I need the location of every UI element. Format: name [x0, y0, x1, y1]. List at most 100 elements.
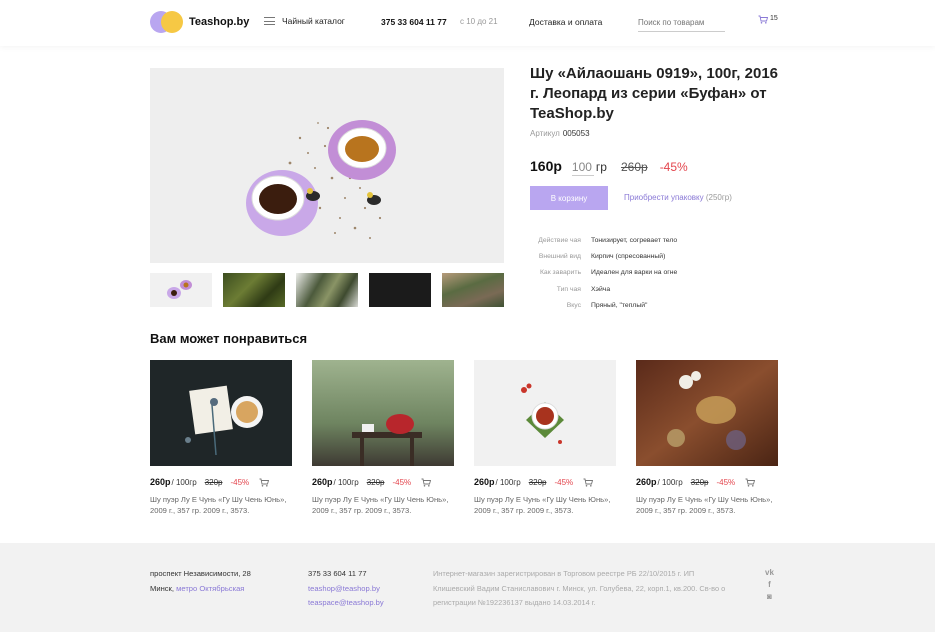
attribute-value: Хэйча [591, 285, 611, 293]
card-discount: -45% [716, 477, 736, 487]
buy-pack-link[interactable]: Приобрести упаковку (250гр) [624, 193, 732, 202]
discount-badge: -45% [659, 160, 688, 174]
site-header: Teashop.by Чайный каталог 375 33 604 11 … [0, 0, 935, 46]
product-card-price-row: 260р / 100гр 320р -45% [636, 477, 778, 487]
vk-icon[interactable]: vk [765, 568, 774, 577]
catalog-menu-button[interactable]: Чайный каталог [264, 16, 345, 26]
metro-link[interactable]: метро Октябрьская [176, 584, 244, 593]
address-city: Минск, [150, 583, 174, 593]
attribute-value: Кирпич (спресованный) [591, 252, 666, 260]
sku-value: 005053 [562, 129, 590, 138]
product-card-image[interactable] [636, 360, 778, 466]
card-price: 260р [150, 477, 171, 487]
product-card-image[interactable] [474, 360, 616, 466]
thumbnail-strip [150, 273, 504, 307]
attribute-key: Внешний вид [538, 252, 581, 260]
card-unit: / 100гр [333, 477, 359, 487]
attribute-key: Действие чая [538, 236, 581, 244]
cart-icon[interactable] [583, 478, 594, 487]
product-card[interactable]: 260р / 100гр 320р -45% Шу пуэр Лу Е Чунь… [150, 360, 292, 516]
product-title: Шу «Айлаошань 0919», 100г, 2016 г. Леопа… [530, 65, 779, 122]
footer-phone[interactable]: 375 33 604 11 77 [308, 567, 384, 582]
card-old-price: 320р [366, 477, 385, 487]
product-card-price-row: 260р / 100гр 320р -45% [474, 477, 616, 487]
attribute-row: Вкус Пряный, "теплый" [530, 297, 677, 313]
site-footer: проспект Независимости, 28 Минск, метро … [0, 543, 935, 632]
footer-address: проспект Независимости, 28 Минск, метро … [150, 567, 251, 596]
cart-button[interactable]: 15 [758, 15, 778, 24]
sku-label: Артикул [530, 129, 560, 138]
card-old-price: 320р [528, 477, 547, 487]
instagram-icon[interactable]: ◙ [767, 592, 772, 601]
footer-contacts: 375 33 604 11 77 teashop@teashop.by teas… [308, 567, 384, 611]
card-product-name[interactable]: Шу пуэр Лу Е Чунь «Гу Шу Чень Юнь», 2009… [312, 494, 462, 516]
buy-pack-weight: (250гр) [705, 193, 732, 202]
current-price: 160р [530, 158, 562, 174]
attribute-row: Тип чая Хэйча [530, 281, 677, 297]
attribute-key: Тип чая [556, 285, 581, 293]
add-to-cart-button[interactable]: В корзину [530, 186, 608, 210]
card-unit: / 100гр [171, 477, 197, 487]
cart-icon[interactable] [259, 478, 270, 487]
card-price: 260р [474, 477, 495, 487]
logo[interactable]: Teashop.by [150, 11, 249, 33]
product-card-price-row: 260р / 100гр 320р -45% [312, 477, 454, 487]
attribute-row: Действие чая Тонизирует, согревает тело [530, 232, 677, 248]
cart-icon[interactable] [421, 478, 432, 487]
catalog-label: Чайный каталог [282, 16, 345, 26]
product-card-image[interactable] [150, 360, 292, 466]
cart-count: 15 [770, 15, 778, 22]
recommendations-title: Вам может понравиться [150, 331, 308, 346]
attribute-row: Как заварить Идеален для варки на огне [530, 265, 677, 281]
card-discount: -45% [392, 477, 412, 487]
logo-icon [150, 11, 184, 33]
header-phone[interactable]: 375 33 604 11 77 [381, 17, 447, 27]
price-row: 160р 100 гр 260р -45% [530, 158, 688, 176]
address-street: проспект Независимости, 28 [150, 569, 251, 578]
delivery-link[interactable]: Доставка и оплата [529, 17, 602, 27]
product-main-image[interactable] [150, 68, 504, 263]
facebook-icon[interactable]: f [768, 580, 771, 589]
attribute-row: Внешний вид Кирпич (спресованный) [530, 248, 677, 264]
card-discount: -45% [554, 477, 574, 487]
card-price: 260р [636, 477, 657, 487]
buy-pack-label: Приобрести упаковку [624, 193, 704, 202]
thumbnail-2[interactable] [223, 273, 285, 307]
card-product-name[interactable]: Шу пуэр Лу Е Чунь «Гу Шу Чень Юнь», 2009… [636, 494, 786, 516]
card-price: 260р [312, 477, 333, 487]
product-sku: Артикул 005053 [530, 129, 590, 138]
card-old-price: 320р [204, 477, 223, 487]
card-product-name[interactable]: Шу пуэр Лу Е Чунь «Гу Шу Чень Юнь», 2009… [150, 494, 300, 516]
card-unit: / 100гр [657, 477, 683, 487]
product-card[interactable]: 260р / 100гр 320р -45% Шу пуэр Лу Е Чунь… [312, 360, 454, 516]
card-unit: / 100гр [495, 477, 521, 487]
cart-icon [758, 15, 768, 24]
old-price: 260р [620, 160, 648, 174]
attribute-key: Вкус [566, 301, 581, 309]
thumbnail-3[interactable] [296, 273, 358, 307]
thumbnail-5[interactable] [442, 273, 504, 307]
product-card[interactable]: 260р / 100гр 320р -45% Шу пуэр Лу Е Чунь… [636, 360, 778, 516]
cart-icon[interactable] [745, 478, 756, 487]
card-discount: -45% [230, 477, 250, 487]
attribute-value: Тонизирует, согревает тело [591, 236, 678, 244]
tea-cups-image [150, 68, 504, 263]
quantity-unit: гр [595, 160, 607, 174]
card-product-name[interactable]: Шу пуэр Лу Е Чунь «Гу Шу Чень Юнь», 2009… [474, 494, 624, 516]
thumbnail-4[interactable] [369, 273, 431, 307]
product-attributes: Действие чая Тонизирует, согревает тело В… [530, 232, 677, 313]
logo-text: Teashop.by [189, 16, 250, 28]
footer-email-2[interactable]: teaspace@teashop.by [308, 596, 384, 611]
footer-email-1[interactable]: teashop@teashop.by [308, 582, 384, 597]
social-links: vk f ◙ [765, 568, 774, 601]
product-card-price-row: 260р / 100гр 320р -45% [150, 477, 292, 487]
attribute-key: Как заварить [539, 269, 581, 277]
attribute-value: Идеален для варки на огне [591, 269, 678, 277]
search-input[interactable] [638, 14, 725, 32]
product-card-image[interactable] [312, 360, 454, 466]
menu-icon [264, 17, 275, 25]
quantity-input[interactable]: 100 [571, 160, 594, 176]
footer-legal-text: Интернет-магазин зарегистрирован в Торго… [433, 569, 726, 607]
thumbnail-1[interactable] [150, 273, 212, 307]
product-card[interactable]: 260р / 100гр 320р -45% Шу пуэр Лу Е Чунь… [474, 360, 616, 516]
